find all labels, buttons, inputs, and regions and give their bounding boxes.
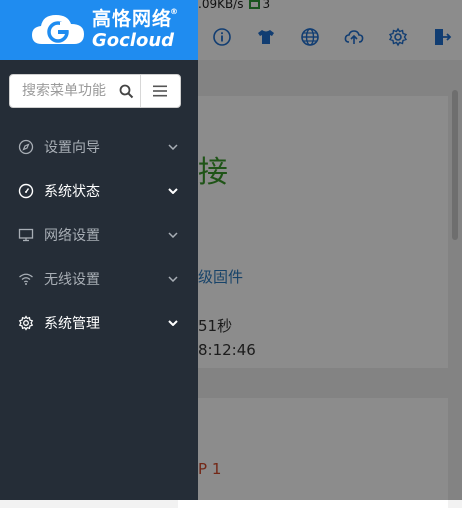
brand-header: 高恪网络 ® Gocloud xyxy=(0,0,198,60)
sidebar-item-label: 系统状态 xyxy=(44,184,100,200)
speedometer-icon xyxy=(18,183,34,199)
chevron-down-icon xyxy=(168,188,178,194)
sidebar-item-label: 无线设置 xyxy=(44,272,100,288)
search-input[interactable] xyxy=(10,75,114,107)
sidebar-item-label: 网络设置 xyxy=(44,228,100,244)
compass-icon xyxy=(18,139,34,155)
search-icon[interactable] xyxy=(114,75,140,107)
registered-mark: ® xyxy=(170,7,180,16)
sidebar-item-system-management[interactable]: 系统管理 xyxy=(0,301,198,345)
sidebar-item-setup-wizard[interactable]: 设置向导 xyxy=(0,125,198,169)
wifi-icon xyxy=(18,271,34,287)
sidebar-item-system-status[interactable]: 系统状态 xyxy=(0,169,198,213)
sidebar-item-wireless-settings[interactable]: 无线设置 xyxy=(0,257,198,301)
menu-search xyxy=(9,74,181,108)
monitor-icon xyxy=(18,227,34,243)
chevron-down-icon xyxy=(168,232,178,238)
gear-icon xyxy=(18,315,34,331)
hamburger-menu-button[interactable] xyxy=(139,75,180,107)
sidebar: 高恪网络® Gocloud 设置向导 系统状态 xyxy=(0,0,198,500)
sidebar-item-label: 设置向导 xyxy=(44,140,100,156)
brand-name-cn: 高恪网络 xyxy=(92,8,173,30)
chevron-down-icon xyxy=(168,276,178,282)
chevron-down-icon xyxy=(168,144,178,150)
chevron-down-icon xyxy=(168,320,178,326)
brand-name-en: Gocloud xyxy=(92,30,175,51)
sidebar-item-label: 系统管理 xyxy=(44,316,100,332)
cloud-logo-icon xyxy=(32,15,84,44)
sidebar-item-network-settings[interactable]: 网络设置 xyxy=(0,213,198,257)
hamburger-icon xyxy=(153,85,168,97)
sidebar-nav: 设置向导 系统状态 网络设置 无线设置 系统管理 xyxy=(0,125,198,345)
